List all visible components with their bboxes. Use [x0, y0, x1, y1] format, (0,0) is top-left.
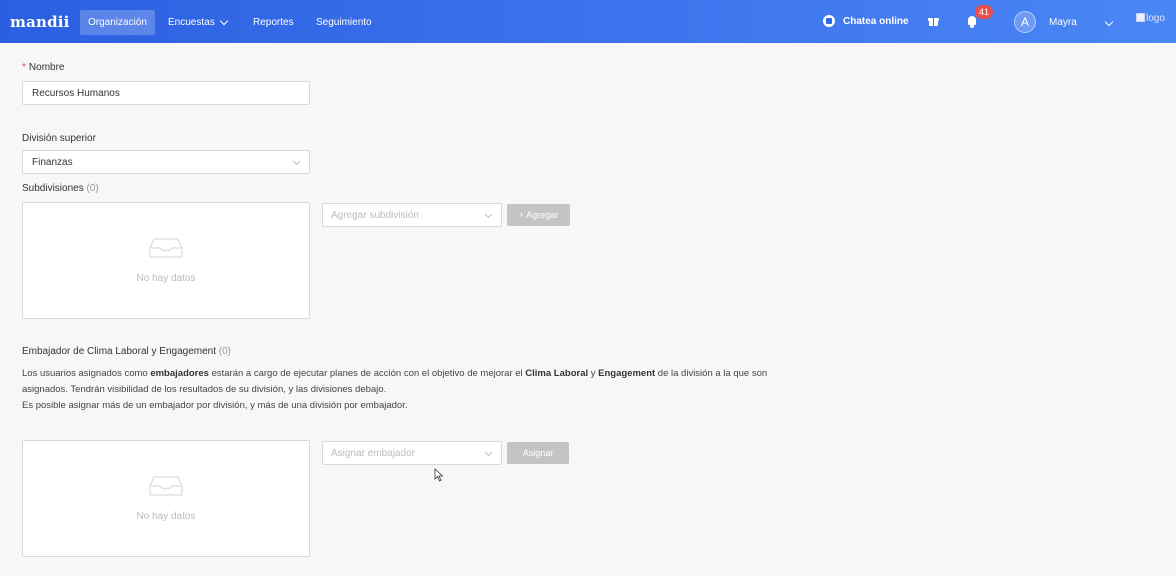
nav-encuestas[interactable]: Encuestas [160, 10, 235, 35]
top-navbar: mandii Organización Encuestas Reportes S… [0, 0, 1176, 43]
chevron-down-icon [292, 157, 301, 166]
required-mark: * [22, 62, 26, 73]
nav-seguimiento[interactable]: Seguimiento [308, 10, 380, 35]
empty-text: No hay datos [136, 511, 196, 522]
nombre-input[interactable]: Recursos Humanos [22, 81, 310, 105]
empty-inbox-icon [149, 476, 183, 496]
app-logo[interactable]: mandii [10, 13, 70, 31]
nav-organizacion-label: Organización [88, 17, 147, 28]
chevron-down-icon [484, 448, 493, 457]
empty-inbox-icon [149, 238, 183, 258]
gift-icon[interactable] [928, 16, 939, 26]
empty-text: No hay datos [136, 273, 196, 284]
asignar-embajador-select[interactable]: Asignar embajador [322, 441, 502, 465]
company-logo-alt: logo [1146, 13, 1165, 24]
embajador-label-text: Embajador de Clima Laboral y Engagement [22, 346, 216, 357]
chat-online-label: Chatea online [843, 15, 909, 27]
mouse-cursor-icon [434, 468, 444, 482]
division-superior-value: Finanzas [32, 156, 73, 168]
subdivisiones-label-text: Subdivisiones [22, 183, 84, 194]
notification-badge: 41 [975, 5, 994, 19]
desc-text: estarán a cargo de ejecutar planes de ac… [208, 368, 526, 379]
agregar-subdivision-select[interactable]: Agregar subdivisión [322, 203, 502, 227]
desc-text: y [588, 368, 599, 379]
embajador-label: Embajador de Clima Laboral y Engagement … [22, 346, 231, 357]
desc-text: Los usuarios asignados como [22, 368, 151, 379]
chat-icon [823, 15, 835, 27]
user-name[interactable]: Mayra [1049, 17, 1077, 28]
desc-text: Es posible asignar más de un embajador p… [22, 400, 408, 411]
nombre-label: * Nombre [22, 62, 64, 73]
chevron-down-icon [219, 16, 228, 25]
desc-bold: Engagement [598, 368, 656, 379]
embajador-description: Los usuarios asignados como embajadores … [22, 366, 782, 414]
chevron-down-icon [484, 210, 493, 219]
chat-online-button[interactable]: Chatea online [823, 15, 909, 27]
subdivisiones-list: No hay datos [22, 202, 310, 319]
embajador-count: (0) [218, 346, 232, 357]
nav-seguimiento-label: Seguimiento [316, 17, 372, 28]
subdivisiones-count: (0) [86, 183, 99, 194]
division-superior-select[interactable]: Finanzas [22, 150, 310, 174]
subdivisiones-label: Subdivisiones (0) [22, 183, 99, 194]
desc-bold: embajadores [150, 368, 209, 379]
user-menu-chevron-icon[interactable] [1104, 17, 1114, 28]
nav-reportes-label: Reportes [253, 17, 294, 28]
nombre-input-value: Recursos Humanos [32, 87, 120, 99]
nav-encuestas-label: Encuestas [168, 17, 215, 28]
nav-reportes[interactable]: Reportes [245, 10, 302, 35]
bell-icon[interactable] [967, 16, 977, 28]
nav-organizacion[interactable]: Organización [80, 10, 155, 35]
asignar-button[interactable]: Asignar [507, 442, 569, 464]
asignar-embajador-placeholder: Asignar embajador [331, 447, 415, 459]
division-superior-label: División superior [22, 133, 96, 144]
desc-bold: Clima Laboral [525, 368, 589, 379]
nombre-label-text: Nombre [28, 62, 65, 73]
agregar-button[interactable]: + Agregar [507, 204, 570, 226]
agregar-subdivision-placeholder: Agregar subdivisión [331, 209, 419, 221]
avatar[interactable]: A [1014, 11, 1036, 33]
embajadores-list: No hay datos [22, 440, 310, 557]
company-logo-image: logo [1136, 13, 1165, 24]
broken-image-icon [1136, 13, 1145, 22]
